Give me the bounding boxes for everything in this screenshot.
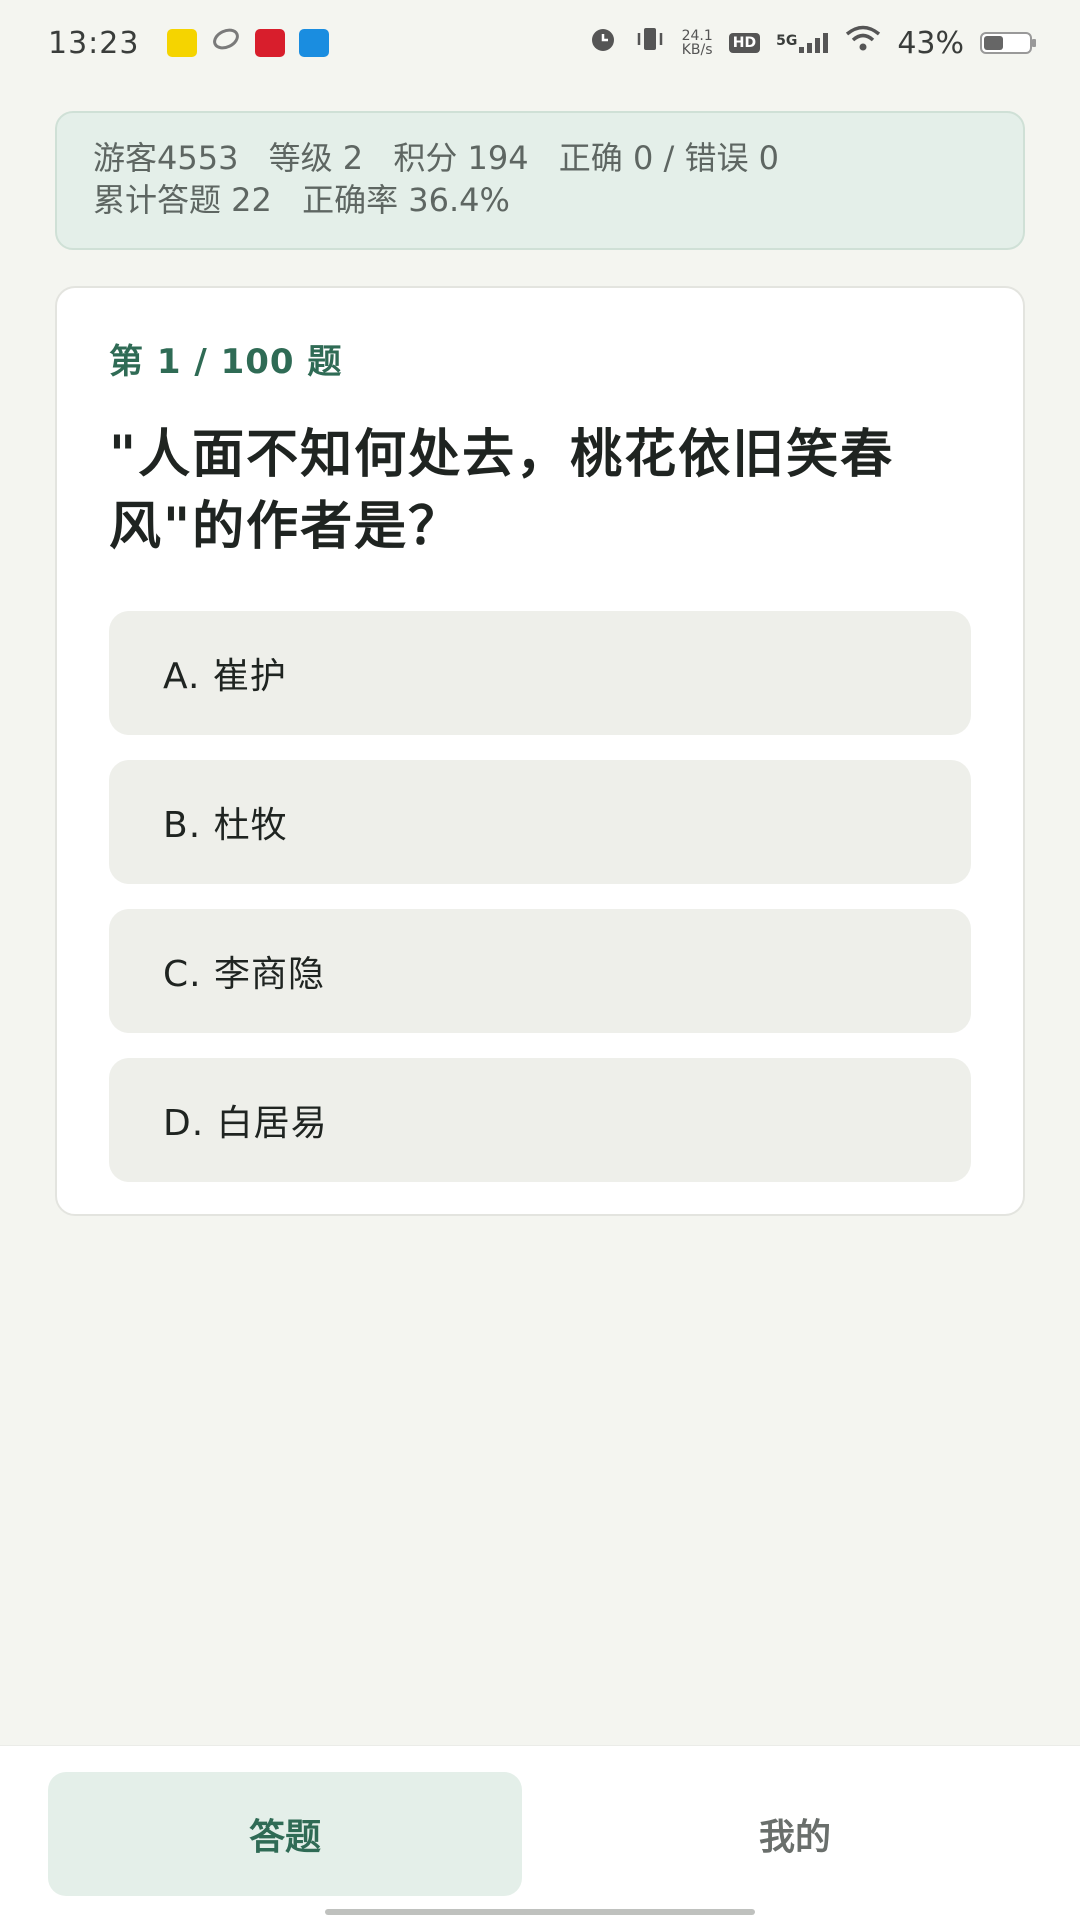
status-right: 24.1 KB/s HD 5G 43% [588, 24, 1036, 62]
stats-line-2: 累计答题 22 正确率 36.4% [93, 179, 987, 221]
status-bar: 13:23 24.1 KB/s HD 5G 43% [0, 0, 1080, 86]
battery-icon [980, 32, 1036, 54]
battery-percent: 43% [897, 25, 964, 61]
user-name: 游客4553 [93, 139, 239, 177]
user-points: 积分 194 [393, 139, 529, 177]
network-speed-value: 24.1 [681, 28, 713, 44]
total-answered: 累计答题 22 [93, 181, 272, 219]
option-d-button[interactable]: D. 白居易 [109, 1058, 971, 1182]
network-speed: 24.1 KB/s [682, 29, 713, 57]
user-stats-card: 游客4553 等级 2 积分 194 正确 0 / 错误 0 累计答题 22 正… [55, 111, 1025, 250]
app-notification-icon-3 [255, 29, 286, 57]
options-list: A. 崔护 B. 杜牧 C. 李商隐 D. 白居易 [109, 611, 971, 1182]
user-level: 等级 2 [268, 139, 364, 177]
status-left: 13:23 [48, 25, 330, 61]
tab-answer[interactable]: 答题 [48, 1772, 522, 1896]
session-score: 正确 0 / 错误 0 [558, 139, 779, 177]
accuracy-rate: 正确率 36.4% [302, 181, 510, 219]
question-text: "人面不知何处去，桃花依旧笑春风"的作者是？ [109, 425, 895, 557]
stats-line-1: 游客4553 等级 2 积分 194 正确 0 / 错误 0 [93, 137, 987, 179]
app-notification-icon-2 [211, 25, 241, 61]
question-card: 第 1 / 100 题 "人面不知何处去，桃花依旧笑春风"的作者是？ A. 崔护… [55, 286, 1025, 1216]
question-progress: 第 1 / 100 题 [109, 342, 343, 382]
alarm-icon [588, 24, 618, 62]
app-notification-icon-4 [299, 29, 330, 57]
app-notification-icon-1 [167, 29, 198, 57]
option-a-button[interactable]: A. 崔护 [109, 611, 971, 735]
option-c-button[interactable]: C. 李商隐 [109, 909, 971, 1033]
network-type: 5G [776, 33, 798, 49]
signal-icon: 5G [776, 33, 829, 53]
network-speed-unit: KB/s [681, 42, 713, 58]
status-time: 13:23 [48, 25, 140, 61]
hd-badge: HD [728, 33, 761, 53]
wifi-icon [845, 25, 881, 61]
home-indicator[interactable] [325, 1909, 755, 1915]
tab-mine[interactable]: 我的 [558, 1772, 1032, 1896]
bottom-tab-bar: 答题 我的 [0, 1745, 1080, 1920]
option-b-button[interactable]: B. 杜牧 [109, 760, 971, 884]
vibrate-icon [634, 24, 666, 62]
battery-fill [984, 36, 1003, 50]
